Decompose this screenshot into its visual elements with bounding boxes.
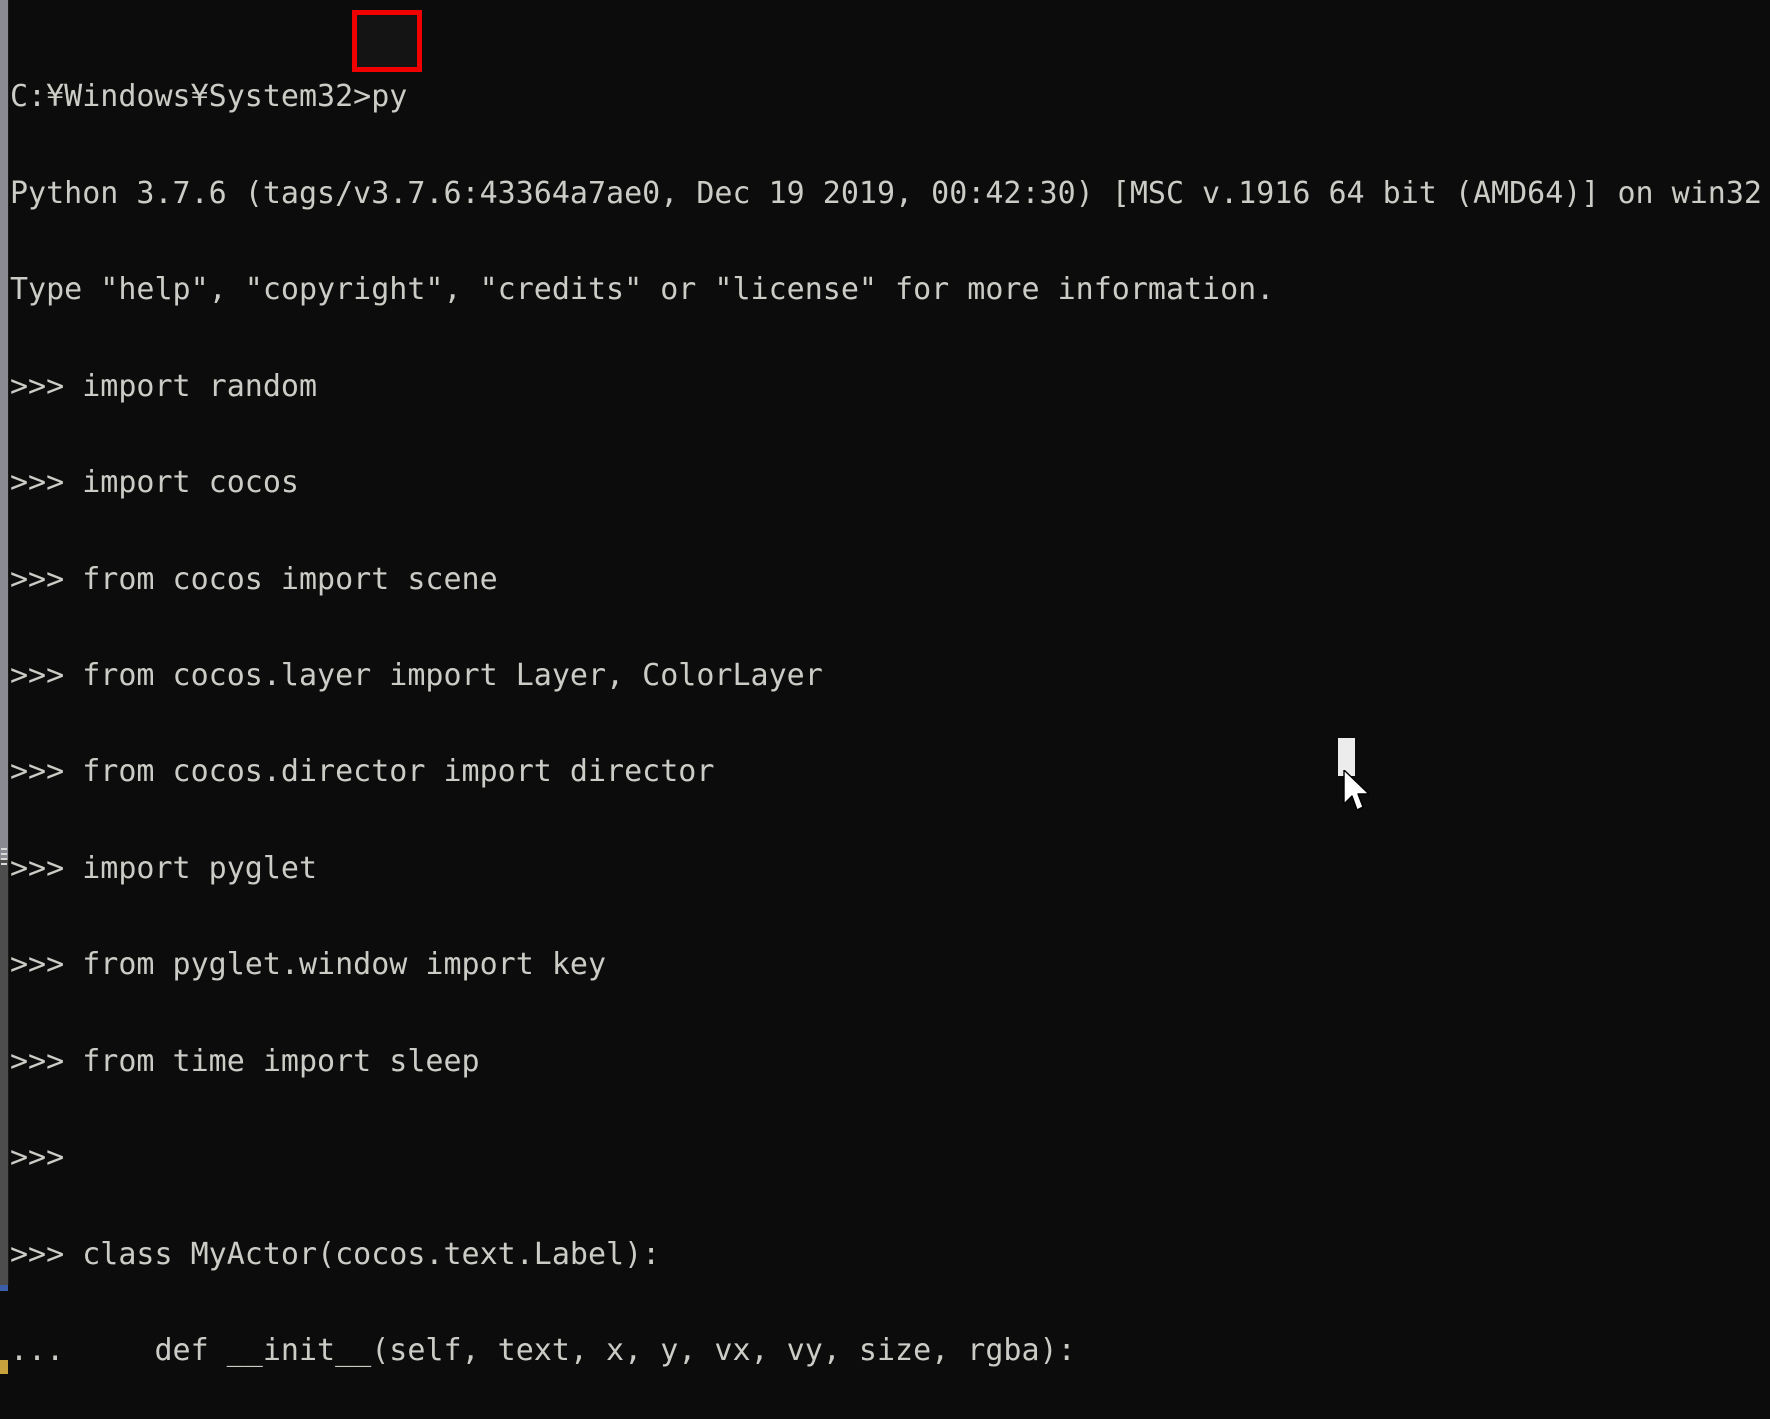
terminal-line: >>> from cocos.layer import Layer, Color… bbox=[10, 658, 823, 694]
terminal-window[interactable]: C:¥Windows¥System32>py Python 3.7.6 (tag… bbox=[0, 0, 1770, 1419]
terminal-line: C:¥Windows¥System32>py bbox=[10, 79, 408, 115]
terminal-line: >>> bbox=[10, 1140, 65, 1176]
terminal-line: >>> import pyglet bbox=[10, 850, 318, 886]
terminal-line: Type "help", "copyright", "credits" or "… bbox=[10, 272, 1275, 308]
mouse-pointer-icon bbox=[1343, 770, 1370, 811]
terminal-line: >>> from time import sleep bbox=[10, 1043, 480, 1079]
terminal-line: >>> import random bbox=[10, 368, 318, 404]
terminal-line: >>> from pyglet.window import key bbox=[10, 947, 607, 983]
terminal-line: >>> class MyActor(cocos.text.Label): bbox=[10, 1236, 661, 1272]
terminal-line: >>> from cocos import scene bbox=[10, 561, 498, 597]
terminal-line: Python 3.7.6 (tags/v3.7.6:43364a7ae0, De… bbox=[10, 175, 1762, 211]
terminal-line: ... def __init__(self, text, x, y, vx, v… bbox=[10, 1333, 1076, 1369]
terminal-output[interactable]: C:¥Windows¥System32>py Python 3.7.6 (tag… bbox=[0, 17, 1770, 1419]
terminal-line: >>> from cocos.director import director bbox=[10, 754, 715, 790]
terminal-line: >>> import cocos bbox=[10, 465, 299, 501]
